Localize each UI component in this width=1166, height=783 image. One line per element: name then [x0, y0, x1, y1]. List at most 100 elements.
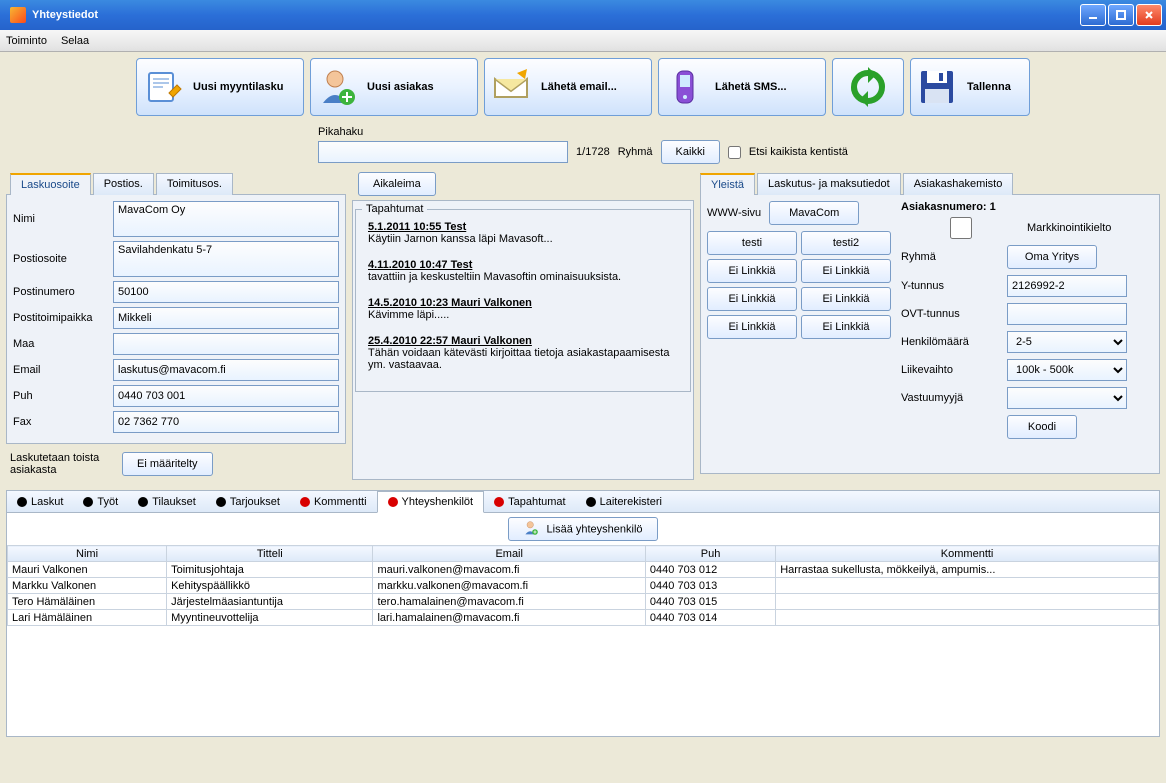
ytunnus-input[interactable]: [1007, 275, 1127, 297]
tab-laskuosoite[interactable]: Laskuosoite: [10, 173, 91, 195]
postiosoite-label: Postiosoite: [13, 253, 113, 265]
cell-nimi: Markku Valkonen: [8, 578, 167, 594]
postitoimipaikka-input[interactable]: [113, 307, 339, 329]
puh-input[interactable]: [113, 385, 339, 407]
postinumero-input[interactable]: [113, 281, 339, 303]
link-button[interactable]: Ei Linkkiä: [801, 315, 891, 339]
event-heading: 14.5.2010 10:23 Mauri Valkonen: [368, 297, 678, 309]
event-entry: 25.4.2010 22:57 Mauri ValkonenTähän void…: [368, 335, 678, 371]
app-icon: [10, 7, 26, 23]
save-button[interactable]: Tallenna: [910, 58, 1030, 116]
col-titteli[interactable]: Titteli: [167, 546, 373, 562]
bottom-panel: Laskut Työt Tilaukset Tarjoukset Komment…: [6, 490, 1160, 737]
col-nimi[interactable]: Nimi: [8, 546, 167, 562]
liikevaihto-select[interactable]: 100k - 500k: [1007, 359, 1127, 381]
cell-puh: 0440 703 012: [645, 562, 775, 578]
email-icon: [489, 65, 533, 109]
link-button[interactable]: Ei Linkkiä: [801, 287, 891, 311]
ovt-input[interactable]: [1007, 303, 1127, 325]
markkinointikielto-checkbox[interactable]: [901, 217, 1021, 239]
koodi-button[interactable]: Koodi: [1007, 415, 1077, 439]
cell-titteli: Järjestelmäasiantuntija: [167, 594, 373, 610]
tab-tapahtumat[interactable]: Tapahtumat: [484, 491, 575, 512]
asiakasnumero: Asiakasnumero: 1: [901, 201, 1153, 213]
dot-icon: [138, 497, 148, 507]
col-puh[interactable]: Puh: [645, 546, 775, 562]
dot-icon: [17, 497, 27, 507]
quicksearch-counter: 1/1728: [576, 146, 610, 158]
send-sms-button[interactable]: Lähetä SMS...: [658, 58, 826, 116]
table-row[interactable]: Markku ValkonenKehityspäällikkömarkku.va…: [8, 578, 1159, 594]
link-mavacom[interactable]: MavaCom: [769, 201, 859, 225]
aikaleima-button[interactable]: Aikaleima: [358, 172, 436, 196]
tab-laskut[interactable]: Laskut: [7, 491, 73, 512]
table-row[interactable]: Lari HämäläinenMyyntineuvottelijalari.ha…: [8, 610, 1159, 626]
event-body: Tähän voidaan kätevästi kirjoittaa tieto…: [368, 347, 678, 371]
col-kommentti[interactable]: Kommentti: [776, 546, 1159, 562]
link-button[interactable]: Ei Linkkiä: [707, 315, 797, 339]
new-invoice-button[interactable]: Uusi myyntilasku: [136, 58, 304, 116]
nimi-input[interactable]: MavaCom Oy: [113, 201, 339, 237]
tab-laiterekisteri[interactable]: Laiterekisteri: [576, 491, 672, 512]
fax-input[interactable]: [113, 411, 339, 433]
tab-asiakashakemisto[interactable]: Asiakashakemisto: [903, 173, 1014, 195]
maximize-button[interactable]: [1108, 4, 1134, 26]
cell-kommentti: [776, 594, 1159, 610]
table-row[interactable]: Tero HämäläinenJärjestelmäasiantuntijate…: [8, 594, 1159, 610]
bill-other-button[interactable]: Ei määritelty: [122, 452, 213, 476]
menu-selaa[interactable]: Selaa: [61, 35, 89, 47]
quicksearch-input[interactable]: [318, 141, 568, 163]
cell-nimi: Lari Hämäläinen: [8, 610, 167, 626]
cell-puh: 0440 703 013: [645, 578, 775, 594]
link-button[interactable]: testi2: [801, 231, 891, 255]
dot-icon: [388, 497, 398, 507]
kaikki-button[interactable]: Kaikki: [661, 140, 720, 164]
dot-icon: [300, 497, 310, 507]
link-button[interactable]: Ei Linkkiä: [707, 287, 797, 311]
cell-kommentti: [776, 610, 1159, 626]
link-button[interactable]: Ei Linkkiä: [707, 259, 797, 283]
link-button[interactable]: Ei Linkkiä: [801, 259, 891, 283]
window-title: Yhteystiedot: [32, 9, 1080, 21]
link-button[interactable]: testi: [707, 231, 797, 255]
postiosoite-input[interactable]: Savilahdenkatu 5-7: [113, 241, 339, 277]
cell-puh: 0440 703 014: [645, 610, 775, 626]
title-bar: Yhteystiedot: [0, 0, 1166, 30]
vastuumyyja-select[interactable]: [1007, 387, 1127, 409]
phone-icon: [663, 65, 707, 109]
table-row[interactable]: Mauri ValkonenToimitusjohtajamauri.valko…: [8, 562, 1159, 578]
menu-toiminto[interactable]: Toiminto: [6, 35, 47, 47]
send-email-button[interactable]: Lähetä email...: [484, 58, 652, 116]
ryhma-label: Ryhmä: [618, 146, 653, 158]
add-contact-button[interactable]: Lisää yhteyshenkilö: [508, 517, 657, 541]
tapahtumat-label: Tapahtumat: [362, 203, 427, 215]
search-all-checkbox[interactable]: [728, 146, 741, 159]
cell-nimi: Mauri Valkonen: [8, 562, 167, 578]
tab-yleista[interactable]: Yleistä: [700, 173, 755, 195]
maa-label: Maa: [13, 338, 113, 350]
col-email[interactable]: Email: [373, 546, 645, 562]
tab-tarjoukset[interactable]: Tarjoukset: [206, 491, 290, 512]
quicksearch-label: Pikahaku: [318, 126, 846, 138]
tab-tilaukset[interactable]: Tilaukset: [128, 491, 206, 512]
minimize-button[interactable]: [1080, 4, 1106, 26]
tab-laskutus[interactable]: Laskutus- ja maksutiedot: [757, 173, 901, 195]
refresh-button[interactable]: [832, 58, 904, 116]
tab-kommentti[interactable]: Kommentti: [290, 491, 377, 512]
dot-icon: [586, 497, 596, 507]
tab-postios[interactable]: Postios.: [93, 173, 154, 195]
close-button[interactable]: [1136, 4, 1162, 26]
tab-toimitusos[interactable]: Toimitusos.: [156, 173, 233, 195]
email-input[interactable]: [113, 359, 339, 381]
liikevaihto-label: Liikevaihto: [901, 364, 1001, 376]
fax-label: Fax: [13, 416, 113, 428]
henkilomaara-select[interactable]: 2-5: [1007, 331, 1127, 353]
tab-tyot[interactable]: Työt: [73, 491, 128, 512]
tab-yhteyshenkilot[interactable]: Yhteyshenkilöt: [377, 491, 485, 513]
new-customer-button[interactable]: Uusi asiakas: [310, 58, 478, 116]
save-icon: [915, 65, 959, 109]
invoice-icon: [141, 65, 185, 109]
ryhma-button[interactable]: Oma Yritys: [1007, 245, 1097, 269]
maa-input[interactable]: [113, 333, 339, 355]
event-body: Kävimme läpi.....: [368, 309, 678, 321]
